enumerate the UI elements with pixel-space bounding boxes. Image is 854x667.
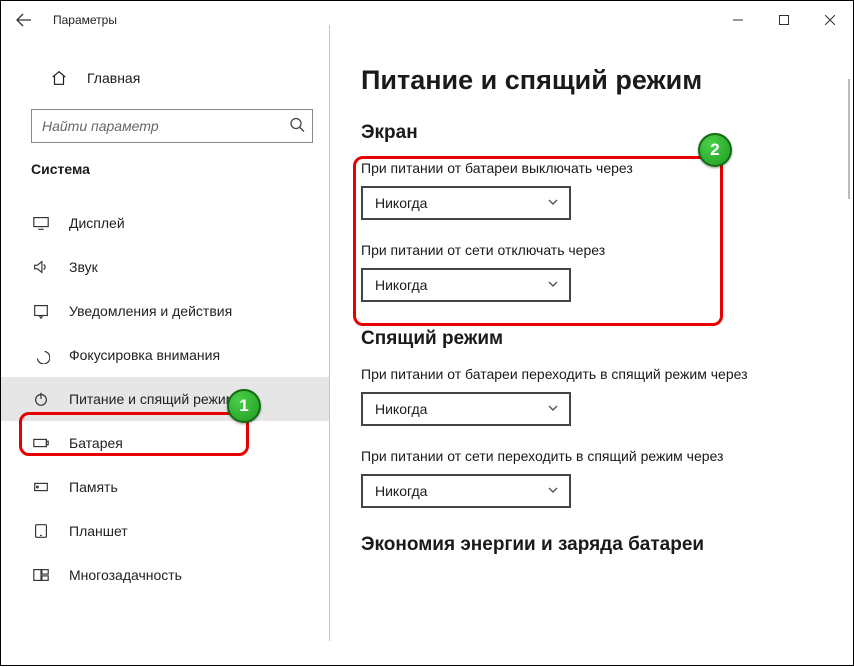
sleep-battery-select[interactable]: Никогда <box>361 392 571 426</box>
chevron-down-icon <box>547 278 559 293</box>
select-value: Никогда <box>375 483 427 499</box>
sidebar-item-display[interactable]: Дисплей <box>1 201 329 245</box>
select-value: Никогда <box>375 195 427 211</box>
pane-divider <box>329 25 330 641</box>
sidebar-item-label: Дисплей <box>69 215 125 231</box>
sidebar-nav: Дисплей Звук Уведомления и действия Фоку… <box>1 201 329 597</box>
close-button[interactable] <box>807 1 853 39</box>
sidebar-item-label: Питание и спящий режим <box>69 391 235 407</box>
sidebar-item-label: Память <box>69 479 118 495</box>
sleep-battery-label: При питании от батареи переходить в спящ… <box>361 366 823 382</box>
sleep-plugged-label: При питании от сети переходить в спящий … <box>361 448 823 464</box>
multitask-icon <box>31 565 51 585</box>
home-icon <box>49 69 69 87</box>
sidebar-item-battery[interactable]: Батарея <box>1 421 329 465</box>
minimize-button[interactable] <box>715 1 761 39</box>
power-icon <box>31 389 51 409</box>
search-icon <box>289 117 305 136</box>
notifications-icon <box>31 301 51 321</box>
content-pane: Питание и спящий режим Экран При питании… <box>329 39 853 667</box>
sidebar-home-label: Главная <box>87 70 140 86</box>
display-icon <box>31 213 51 233</box>
sleep-group: При питании от батареи переходить в спящ… <box>361 366 823 508</box>
sidebar-home[interactable]: Главная <box>1 59 329 97</box>
sidebar-category: Система <box>1 161 329 177</box>
sleep-heading: Спящий режим <box>361 328 823 350</box>
maximize-button[interactable] <box>761 1 807 39</box>
tablet-icon <box>31 521 51 541</box>
sidebar-item-tablet[interactable]: Планшет <box>1 509 329 553</box>
screen-plugged-select[interactable]: Никогда <box>361 268 571 302</box>
select-value: Никогда <box>375 401 427 417</box>
search-field[interactable] <box>31 109 313 143</box>
chevron-down-icon <box>547 402 559 417</box>
titlebar: Параметры <box>1 1 853 39</box>
sidebar-item-notifications[interactable]: Уведомления и действия <box>1 289 329 333</box>
back-icon[interactable] <box>15 11 33 29</box>
screen-battery-label: При питании от батареи выключать через <box>361 160 823 176</box>
sidebar-item-multitask[interactable]: Многозадачность <box>1 553 329 597</box>
battery-saver-heading: Экономия энергии и заряда батареи <box>361 534 823 556</box>
screen-battery-select[interactable]: Никогда <box>361 186 571 220</box>
sidebar-item-focus[interactable]: Фокусировка внимания <box>1 333 329 377</box>
sidebar-item-sound[interactable]: Звук <box>1 245 329 289</box>
window-title: Параметры <box>53 13 117 27</box>
sidebar-item-storage[interactable]: Память <box>1 465 329 509</box>
sidebar-item-label: Звук <box>69 259 98 275</box>
sound-icon <box>31 257 51 277</box>
sidebar-item-label: Батарея <box>69 435 123 451</box>
sidebar-item-label: Уведомления и действия <box>69 303 232 319</box>
sleep-plugged-select[interactable]: Никогда <box>361 474 571 508</box>
sidebar-item-label: Фокусировка внимания <box>69 347 220 363</box>
sidebar: Главная Система Дисплей Звук Уведомления… <box>1 39 329 667</box>
select-value: Никогда <box>375 277 427 293</box>
screen-plugged-label: При питании от сети отключать через <box>361 242 823 258</box>
screen-heading: Экран <box>361 122 823 144</box>
battery-icon <box>31 433 51 453</box>
sidebar-item-power[interactable]: Питание и спящий режим <box>1 377 329 421</box>
sidebar-item-label: Планшет <box>69 523 128 539</box>
scrollbar[interactable] <box>848 79 850 199</box>
page-title: Питание и спящий режим <box>361 65 823 96</box>
sidebar-item-label: Многозадачность <box>69 567 182 583</box>
chevron-down-icon <box>547 196 559 211</box>
chevron-down-icon <box>547 484 559 499</box>
focus-icon <box>31 345 51 365</box>
search-input[interactable] <box>31 109 313 143</box>
screen-group: При питании от батареи выключать через Н… <box>361 160 823 302</box>
storage-icon <box>31 477 51 497</box>
window-controls <box>715 1 853 39</box>
